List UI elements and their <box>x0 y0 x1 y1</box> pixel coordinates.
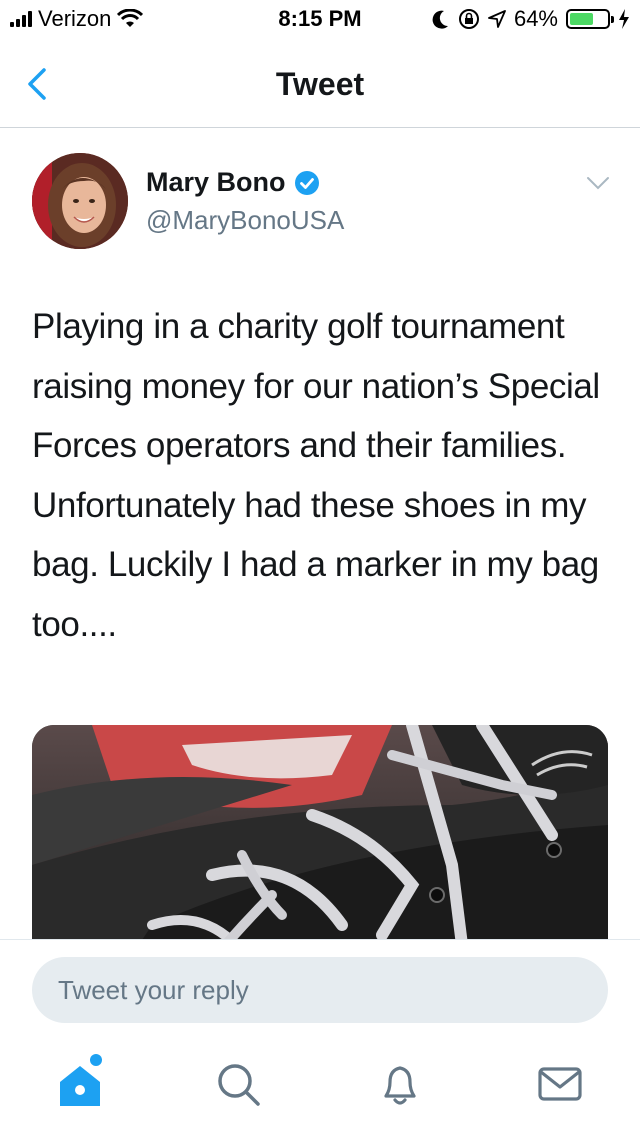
search-icon <box>218 1064 260 1106</box>
author-name[interactable]: Mary Bono <box>146 167 286 198</box>
location-icon <box>488 10 506 28</box>
author-handle[interactable]: @MaryBonoUSA <box>146 205 344 236</box>
rotation-lock-icon <box>458 9 479 29</box>
reply-input[interactable]: Tweet your reply <box>32 957 608 1023</box>
bell-icon <box>384 1066 416 1105</box>
envelope-icon <box>538 1067 582 1101</box>
moon-icon <box>432 10 448 29</box>
tweet-media-image[interactable] <box>32 725 608 939</box>
tab-notifications[interactable] <box>372 1056 428 1112</box>
tab-search[interactable] <box>210 1056 266 1112</box>
battery-percent: 64% <box>513 6 558 31</box>
charging-icon <box>619 9 629 29</box>
page-title: Tweet <box>275 66 365 102</box>
tab-bar <box>0 1040 640 1136</box>
status-right: 64% <box>432 6 630 32</box>
new-content-dot <box>90 1054 102 1066</box>
tab-messages[interactable] <box>532 1056 588 1112</box>
reply-bar: Tweet your reply <box>0 939 640 1039</box>
status-bar: Verizon 8:15 PM 64% <box>0 0 640 40</box>
chevron-down-icon[interactable] <box>586 175 610 191</box>
tweet-detail: Mary Bono @MaryBonoUSA Playing in a char… <box>0 129 640 939</box>
battery-icon <box>566 9 614 29</box>
avatar[interactable] <box>32 153 128 249</box>
nav-bar: Tweet <box>0 40 640 128</box>
battery-fill <box>570 13 594 25</box>
tweet-text: Playing in a charity golf tournament rai… <box>32 307 600 644</box>
verified-badge-icon <box>294 170 319 195</box>
author-name-row[interactable]: Mary Bono <box>146 167 320 198</box>
